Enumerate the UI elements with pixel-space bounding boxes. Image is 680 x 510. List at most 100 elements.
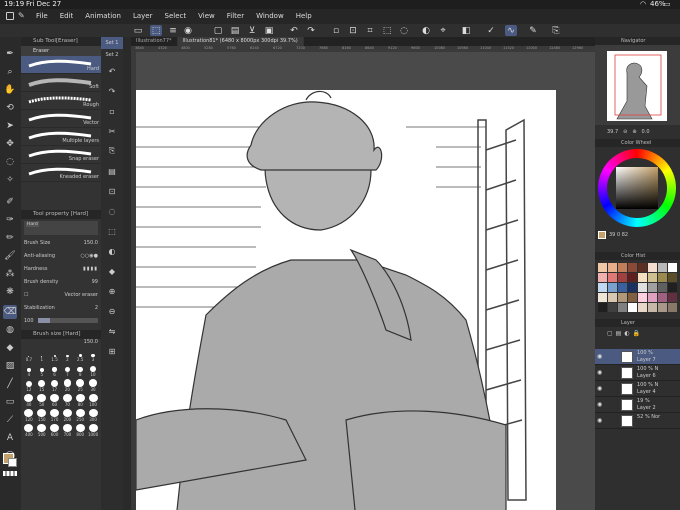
main-color-chip[interactable] [598,231,606,239]
layer-folder-icon[interactable]: ▤ [616,330,622,346]
brush-size-preset[interactable]: 15 [36,379,48,392]
brush-size-preset[interactable]: 400 [23,424,35,437]
palette-swatch[interactable] [658,273,667,282]
brush-size-preset[interactable]: 70 [61,394,73,407]
brush-item-rough[interactable]: Rough [21,92,101,110]
palette-swatch[interactable] [598,283,607,292]
brush-size-preset[interactable]: 60 [49,394,61,407]
stroke-icon[interactable]: ∿ [505,25,517,36]
eye-icon[interactable]: ◉ [597,401,602,408]
menu-select[interactable]: Select [159,9,193,24]
hardness-row[interactable]: Hardness ▮▮▮▮ [24,263,98,274]
brush-size-preset[interactable]: 3 [87,349,99,362]
fill-side-icon[interactable]: ◆ [101,261,123,281]
clear-icon[interactable]: ▫ [330,25,342,36]
figure-tool-icon[interactable]: ╱ [3,377,17,391]
panel-toggle-icon[interactable]: ▭ [132,25,144,36]
redo-icon[interactable]: ↷ [305,25,317,36]
brush-size-preset[interactable]: 20 [61,379,73,392]
redo-side-icon[interactable]: ↷ [101,81,123,101]
copy-icon[interactable]: ⎘ [101,141,123,161]
pen-icon[interactable]: ✎ [18,11,25,20]
brush-size-preset[interactable]: 5 [36,364,48,377]
vertical-scroll-bar[interactable] [123,37,131,510]
palette-swatch[interactable] [628,303,637,312]
lasso-tool-icon[interactable]: ◌ [3,155,17,169]
grid-side-icon[interactable]: ⊞ [101,341,123,361]
layer-row[interactable]: ◉ 52 % Nor [595,413,680,429]
palette-swatch[interactable] [608,283,617,292]
brush-size-preset[interactable]: 700 [61,424,73,437]
snap-icon[interactable]: ⌖ [437,25,449,36]
media-icon[interactable]: ◉ [182,25,194,36]
brush-size-preset[interactable]: 10 [87,364,99,377]
select-all-side-icon[interactable]: ⬚ [101,221,123,241]
palette-swatch[interactable] [608,263,617,272]
export-icon[interactable]: ▣ [263,25,275,36]
ruler-tool-icon[interactable]: ⟋ [3,413,17,427]
brush-item-hard[interactable]: Hard [21,56,101,74]
layer-row[interactable]: ◉ 19 % Layer 2 [595,397,680,413]
menu-window[interactable]: Window [250,9,290,24]
sub-color-swatch[interactable] [8,458,17,467]
brush-item-vector[interactable]: Vector [21,110,101,128]
clear-side-icon[interactable]: ▫ [101,101,123,121]
layer-lock-icon[interactable]: 🔒 [633,330,640,346]
palette-swatch[interactable] [668,273,677,282]
eyedropper-icon[interactable]: ✐ [3,195,17,209]
check-icon[interactable]: ✓ [485,25,497,36]
tab-illustration77[interactable]: Illustration77* [131,37,178,46]
palette-swatch[interactable] [648,293,657,302]
palette-swatch[interactable] [628,293,637,302]
menu-help[interactable]: Help [290,9,318,24]
cut-icon[interactable]: ✂ [101,121,123,141]
brush-size-preset[interactable]: 8 [74,364,86,377]
zoom-tool-icon[interactable]: ⌕ [3,65,17,79]
brush-size-preset[interactable]: 1000 [87,424,99,437]
undo-side-icon[interactable]: ↶ [101,61,123,81]
pen-icon[interactable]: ✑ [3,213,17,227]
tab-illustration81[interactable]: Illustration81* (6480 x 8000px 300dpi 39… [177,37,304,46]
invert-side-icon[interactable]: ◐ [101,241,123,261]
brush-size-preset[interactable]: 600 [49,424,61,437]
brush-size-preset[interactable]: 30 [87,379,99,392]
brush-size-preset[interactable]: 0.7 [23,349,35,362]
zoom-out-icon[interactable]: ⊖ [623,129,627,135]
palette-swatch[interactable] [608,293,617,302]
stabilization-slider-row[interactable]: 100 [24,315,98,326]
palette-swatch[interactable] [608,303,617,312]
canvas-area[interactable] [136,52,595,510]
brush-size-preset[interactable]: 250 [74,409,86,422]
menu-layer[interactable]: Layer [127,9,159,24]
angle-value[interactable]: 0.0 [642,129,650,135]
vector-eraser-row[interactable]: ☐ Vector eraser [24,289,98,300]
airbrush-icon[interactable]: ⁂ [3,267,17,281]
palette-swatch[interactable] [648,283,657,292]
set-1-tab[interactable]: Set 1 [101,37,123,49]
brush-size-preset[interactable]: 1.5 [49,349,61,362]
zoom-value[interactable]: 39.7 [607,129,618,135]
palette-swatch[interactable] [638,293,647,302]
eye-icon[interactable]: ◉ [597,417,602,424]
canvas-paper[interactable] [136,90,556,510]
note-icon[interactable]: ⎘ [550,25,562,36]
menu-edit[interactable]: Edit [54,9,80,24]
navigator-preview[interactable] [595,45,680,125]
palette-swatch[interactable] [658,303,667,312]
palette-swatch[interactable] [628,263,637,272]
decoration-icon[interactable]: ❋ [3,285,17,299]
hardness-options-icon[interactable]: ▮▮▮▮ [83,266,98,272]
brush-size-preset[interactable]: 2.5 [74,349,86,362]
layer-row[interactable]: ◉ 100 % N Layer 6 [595,365,680,381]
palette-swatch[interactable] [638,283,647,292]
brush-size-preset[interactable]: 800 [74,424,86,437]
palette-swatch[interactable] [658,263,667,272]
palette-swatch[interactable] [658,283,667,292]
eye-icon[interactable]: ◉ [597,369,602,376]
invert-icon[interactable]: ◐ [420,25,432,36]
palette-swatch[interactable] [598,303,607,312]
expand-side-icon[interactable]: ⊕ [101,281,123,301]
brush-size-preset[interactable]: 6 [49,364,61,377]
stabilization-row[interactable]: Stabilization 2 [24,302,98,313]
menu-animation[interactable]: Animation [79,9,127,24]
